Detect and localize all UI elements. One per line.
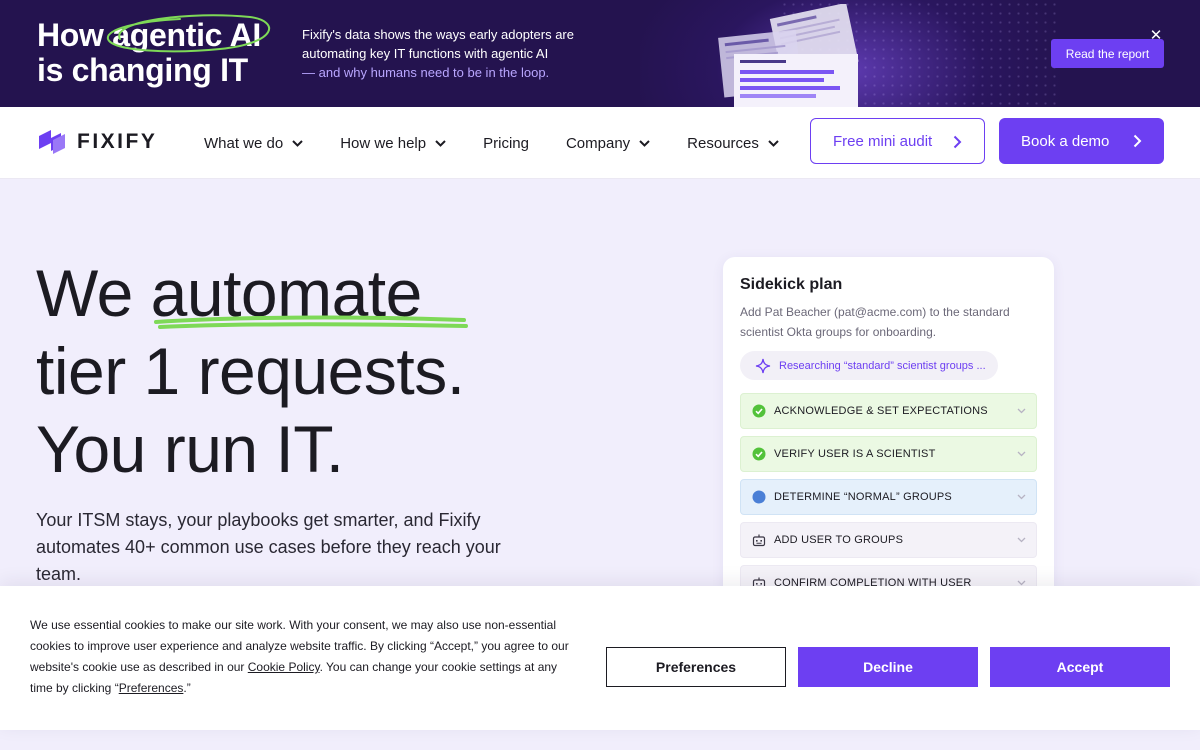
fixify-logo-mark-icon [39, 130, 65, 154]
plan-step-add-user[interactable]: ADD USER TO GROUPS [740, 522, 1037, 558]
nav-item-label: Resources [687, 134, 759, 152]
robot-icon [752, 534, 766, 547]
preferences-button[interactable]: Preferences [606, 647, 786, 687]
banner-copy: Fixify's data shows the ways early adopt… [302, 25, 602, 82]
report-preview-image [718, 4, 859, 107]
nav-item-company[interactable]: Company [566, 135, 650, 152]
chevron-right-icon [953, 135, 962, 149]
plan-step-label: ADD USER TO GROUPS [774, 534, 904, 546]
chevron-down-icon [435, 139, 446, 147]
cookie-consent-text: We use essential cookies to make our sit… [30, 615, 578, 699]
sparkle-icon [755, 358, 771, 373]
hero-line-2: tier 1 requests. [36, 334, 465, 408]
nav-item-pricing[interactable]: Pricing [483, 135, 529, 152]
check-circle-icon [752, 404, 766, 418]
close-icon[interactable]: ✕ [1148, 27, 1164, 43]
hand-drawn-underline-icon [154, 315, 468, 329]
plan-step-label: VERIFY USER IS A SCIENTIST [774, 448, 936, 460]
nav-item-label: Pricing [483, 134, 529, 152]
chevron-down-icon [1017, 537, 1026, 543]
chevron-down-icon [768, 139, 779, 147]
accept-button[interactable]: Accept [990, 647, 1170, 687]
book-demo-button[interactable]: Book a demo [999, 118, 1164, 164]
fixify-logo[interactable]: FIXIFY [37, 128, 157, 156]
nav-menu: What we do How we help Pricing Company R… [204, 107, 816, 179]
hero-subtitle: Your ITSM stays, your playbooks get smar… [36, 510, 501, 584]
nav-item-label: What we do [204, 134, 284, 152]
cookie-consent-banner: We use essential cookies to make our sit… [0, 586, 1200, 730]
nav-item-what-we-do[interactable]: What we do [204, 135, 303, 152]
hand-drawn-ellipse-icon [106, 14, 270, 53]
sidekick-card-description: Add Pat Beacher (pat@acme.com) to the st… [740, 305, 1010, 339]
hero-headline: We automate tier 1 requests. You run IT. [36, 254, 465, 488]
check-circle-icon [752, 447, 766, 461]
nav-item-label: Company [565, 134, 631, 152]
hero-line-3: You run IT. [36, 412, 344, 486]
hero-line-1-pre: We [36, 256, 151, 330]
plan-step-determine[interactable]: DETERMINE “NORMAL” GROUPS [740, 479, 1037, 515]
plan-step-acknowledge[interactable]: ACKNOWLEDGE & SET EXPECTATIONS [740, 393, 1037, 429]
book-demo-label: Book a demo [1021, 132, 1110, 150]
banner-copy-main: Fixify's data shows the ways early adopt… [302, 27, 574, 61]
read-report-button[interactable]: Read the report [1051, 39, 1164, 68]
logo-wordmark: FIXIFY [77, 130, 158, 153]
plan-step-verify[interactable]: VERIFY USER IS A SCIENTIST [740, 436, 1037, 472]
free-mini-audit-button[interactable]: Free mini audit [810, 118, 985, 164]
preferences-link[interactable]: Preferences [119, 681, 184, 695]
sidekick-card-title: Sidekick plan [740, 276, 843, 293]
nav-item-how-we-help[interactable]: How we help [340, 135, 446, 152]
chevron-down-icon [639, 139, 650, 147]
chevron-down-icon [1017, 494, 1026, 500]
main-navbar: FIXIFY What we do How we help Pricing Co… [0, 107, 1200, 179]
plan-step-label: DETERMINE “NORMAL” GROUPS [774, 491, 952, 503]
cookie-policy-link[interactable]: Cookie Policy [248, 660, 320, 674]
chevron-down-icon [1017, 408, 1026, 414]
promo-banner: How agentic AI is changing IT Fixify's d… [0, 0, 1200, 107]
research-status-text: Researching “standard” scientist groups … [779, 359, 986, 372]
free-mini-audit-label: Free mini audit [833, 132, 933, 150]
research-status-chip: Researching “standard” scientist groups … [740, 351, 998, 380]
decline-button[interactable]: Decline [798, 647, 978, 687]
chevron-down-icon [1017, 451, 1026, 457]
sidekick-plan-card: Sidekick plan Add Pat Beacher (pat@acme.… [723, 257, 1054, 617]
in-progress-dot-icon [752, 490, 766, 504]
banner-headline-line2: is changing IT [37, 52, 248, 88]
chevron-right-icon [1133, 134, 1142, 148]
nav-item-label: How we help [340, 134, 427, 152]
nav-item-resources[interactable]: Resources [687, 135, 779, 152]
plan-step-label: ACKNOWLEDGE & SET EXPECTATIONS [774, 405, 988, 417]
chevron-down-icon [292, 139, 303, 147]
banner-copy-accent: — and why humans need to be in the loop. [302, 65, 550, 80]
cookie-text-part3: .” [183, 681, 191, 695]
